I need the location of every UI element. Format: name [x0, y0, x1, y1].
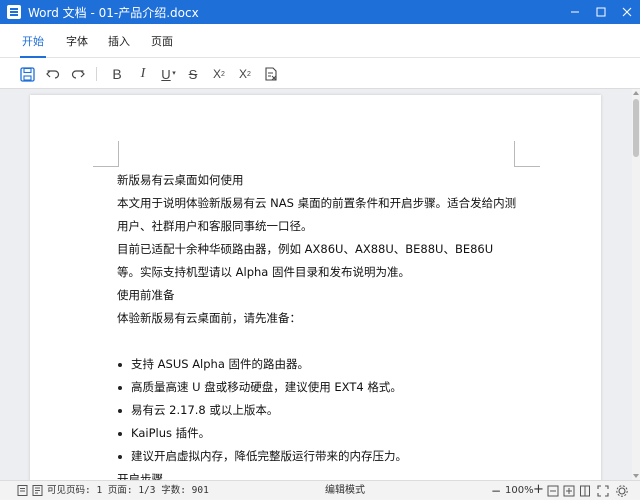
subscript-button[interactable]: X2: [236, 65, 254, 83]
document-paragraph[interactable]: 体验新版易有云桌面前，请先准备：: [117, 307, 517, 330]
word-app-icon: [7, 5, 21, 19]
tab-home[interactable]: 开始: [20, 24, 46, 58]
status-bar: 可见页码: 1 页面: 1/3 字数: 901 编辑模式 − 100% +: [0, 480, 640, 500]
strikethrough-button[interactable]: S: [184, 65, 202, 83]
window-title: Word 文档 - 01-产品介绍.docx: [28, 5, 199, 20]
subscript-mark: 2: [247, 70, 251, 78]
margin-mark-top-left: [93, 141, 119, 167]
superscript-button[interactable]: X2: [210, 65, 228, 83]
clear-format-icon: [265, 67, 277, 81]
toolbar-separator: [96, 67, 97, 81]
document-body[interactable]: 新版易有云桌面如何使用 本文用于说明体验新版易有云 NAS 桌面的前置条件和开启步…: [117, 169, 517, 480]
formatting-toolbar: B I U ▾ S X2 X2: [0, 58, 640, 89]
fullscreen-icon[interactable]: [597, 485, 609, 497]
minimize-button[interactable]: [562, 0, 588, 24]
document-page[interactable]: 新版易有云桌面如何使用 本文用于说明体验新版易有云 NAS 桌面的前置条件和开启步…: [30, 95, 601, 480]
window-controls: [562, 0, 640, 24]
document-paragraph[interactable]: 目前已适配十余种华硕路由器，例如 AX86U、AX88U、BE88U、BE86U…: [117, 238, 517, 284]
save-button[interactable]: [18, 65, 36, 83]
close-button[interactable]: [614, 0, 640, 24]
outline-view-icon[interactable]: [32, 485, 43, 496]
tab-insert[interactable]: 插入: [108, 24, 130, 58]
redo-icon: [71, 70, 85, 79]
close-icon: [622, 7, 632, 17]
scroll-down-arrow-icon[interactable]: [633, 474, 639, 478]
page-view-icon[interactable]: [17, 485, 28, 496]
bullet-list-item[interactable]: 建议开启虚拟内存，降低完整版运行带来的内存压力。: [117, 445, 517, 468]
document-paragraph[interactable]: 使用前准备: [117, 284, 517, 307]
fit-width-icon[interactable]: [563, 485, 575, 497]
ribbon-tabs: 开始 字体 插入 页面: [0, 24, 640, 58]
undo-icon: [46, 70, 60, 79]
vertical-scrollbar[interactable]: [632, 89, 640, 480]
document-paragraph[interactable]: 开启步骤: [117, 468, 517, 480]
page-layout-icon[interactable]: [579, 485, 591, 497]
bullet-list-item[interactable]: 支持 ASUS Alpha 固件的路由器。: [117, 353, 517, 376]
underline-dropdown[interactable]: ▾: [170, 64, 178, 82]
margin-mark-top-right: [514, 141, 540, 167]
empty-paragraph[interactable]: [117, 330, 517, 353]
clear-format-button[interactable]: [262, 65, 280, 83]
undo-button[interactable]: [44, 65, 62, 83]
zoom-level: 100%: [505, 485, 534, 496]
minimize-icon: [571, 11, 579, 13]
document-paragraph[interactable]: 本文用于说明体验新版易有云 NAS 桌面的前置条件和开启步骤。适合发给内测用户、…: [117, 192, 517, 238]
save-icon: [19, 66, 35, 82]
maximize-icon: [596, 7, 606, 17]
settings-gear-icon[interactable]: [616, 485, 628, 497]
zoom-in-button[interactable]: +: [533, 483, 544, 497]
scrollbar-thumb[interactable]: [633, 99, 639, 157]
superscript-mark: 2: [221, 70, 225, 78]
fit-page-icon[interactable]: [547, 485, 559, 497]
document-canvas[interactable]: 新版易有云桌面如何使用 本文用于说明体验新版易有云 NAS 桌面的前置条件和开启步…: [0, 89, 632, 480]
subscript-label: X: [239, 67, 248, 81]
bold-button[interactable]: B: [108, 65, 126, 83]
redo-button[interactable]: [69, 65, 87, 83]
document-paragraph[interactable]: 新版易有云桌面如何使用: [117, 169, 517, 192]
bullet-list-item[interactable]: KaiPlus 插件。: [117, 422, 517, 445]
scroll-up-arrow-icon[interactable]: [633, 91, 639, 95]
page-word-count: 可见页码: 1 页面: 1/3 字数: 901: [47, 485, 209, 496]
superscript-label: X: [213, 67, 222, 81]
edit-mode-label: 编辑模式: [325, 485, 365, 496]
italic-button[interactable]: I: [134, 65, 152, 83]
title-bar: Word 文档 - 01-产品介绍.docx: [0, 0, 640, 24]
bullet-list-item[interactable]: 易有云 2.17.8 或以上版本。: [117, 399, 517, 422]
tab-font[interactable]: 字体: [66, 24, 88, 58]
maximize-button[interactable]: [588, 0, 614, 24]
tab-page[interactable]: 页面: [151, 24, 173, 58]
zoom-out-button[interactable]: −: [491, 484, 501, 498]
bullet-list-item[interactable]: 高质量高速 U 盘或移动硬盘，建议使用 EXT4 格式。: [117, 376, 517, 399]
